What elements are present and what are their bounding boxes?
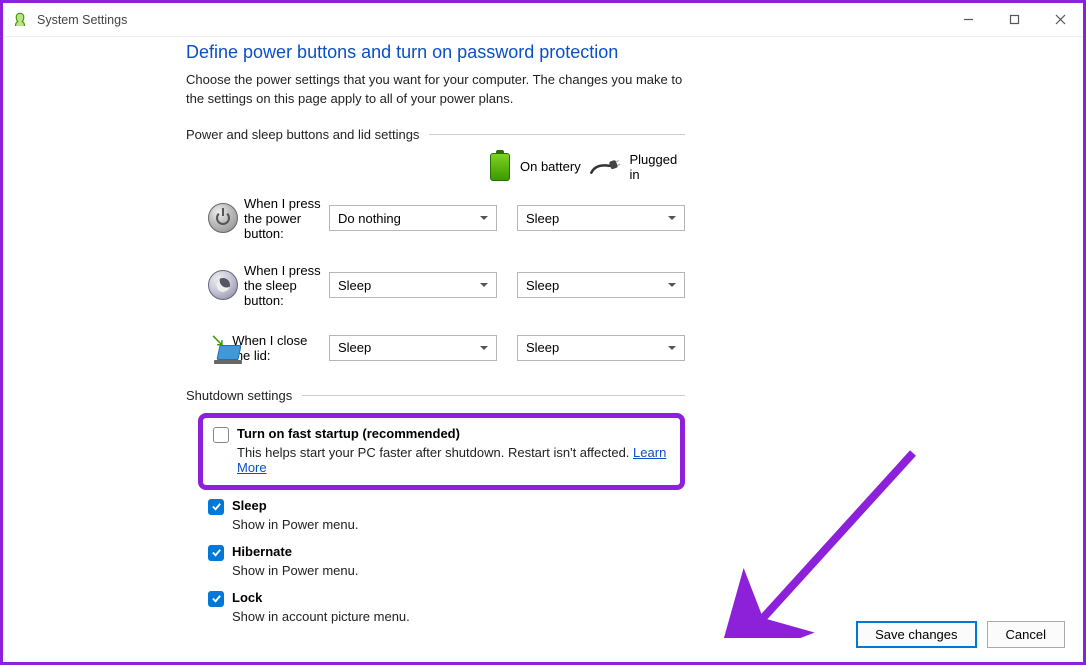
fast-startup-label: Turn on fast startup (recommended) [237, 426, 460, 441]
hibernate-desc: Show in Power menu. [232, 563, 685, 578]
cancel-button[interactable]: Cancel [987, 621, 1065, 648]
power-button-plugged-select[interactable]: Sleep [517, 205, 685, 231]
sleep-checkbox[interactable] [208, 499, 224, 515]
hibernate-checkbox[interactable] [208, 545, 224, 561]
fast-startup-checkbox[interactable] [213, 427, 229, 443]
column-plugged-in: Plugged in [588, 152, 686, 182]
minimize-button[interactable] [945, 3, 991, 37]
hibernate-label: Hibernate [232, 544, 292, 559]
sleep-button-row: When I press the sleep button: Sleep Sle… [208, 263, 685, 308]
sleep-button-plugged-select[interactable]: Sleep [517, 272, 685, 298]
sleep-button-battery-select[interactable]: Sleep [329, 272, 497, 298]
fast-startup-desc: This helps start your PC faster after sh… [237, 445, 670, 475]
plug-icon [585, 151, 622, 182]
lock-checkbox[interactable] [208, 591, 224, 607]
annotation-arrow [723, 448, 923, 638]
maximize-button[interactable] [991, 3, 1037, 37]
page-title: Define power buttons and turn on passwor… [186, 42, 685, 63]
sleep-button-icon [208, 267, 238, 303]
lid-close-row: ↘ When I close the lid: Sleep Sleep [208, 330, 685, 366]
lock-label: Lock [232, 590, 262, 605]
app-icon [11, 11, 29, 29]
save-button[interactable]: Save changes [856, 621, 976, 648]
lid-battery-select[interactable]: Sleep [329, 335, 497, 361]
fast-startup-highlight: Turn on fast startup (recommended) This … [198, 413, 685, 490]
settings-window: System Settings Define power buttons and… [0, 0, 1086, 665]
sleep-desc: Show in Power menu. [232, 517, 685, 532]
lock-desc: Show in account picture menu. [232, 609, 685, 624]
title-bar: System Settings [3, 3, 1083, 37]
power-button-battery-select[interactable]: Do nothing [329, 205, 497, 231]
lid-plugged-select[interactable]: Sleep [517, 335, 685, 361]
sleep-label: Sleep [232, 498, 267, 513]
lid-icon: ↘ [208, 330, 226, 366]
power-section-label: Power and sleep buttons and lid settings [186, 127, 685, 142]
window-title: System Settings [37, 13, 945, 27]
close-button[interactable] [1037, 3, 1083, 37]
column-on-battery: On battery [490, 152, 588, 182]
page-subtitle: Choose the power settings that you want … [186, 71, 685, 109]
power-button-row: When I press the power button: Do nothin… [208, 196, 685, 241]
shutdown-section-label: Shutdown settings [186, 388, 685, 403]
power-button-icon [208, 200, 238, 236]
battery-icon [490, 153, 510, 181]
